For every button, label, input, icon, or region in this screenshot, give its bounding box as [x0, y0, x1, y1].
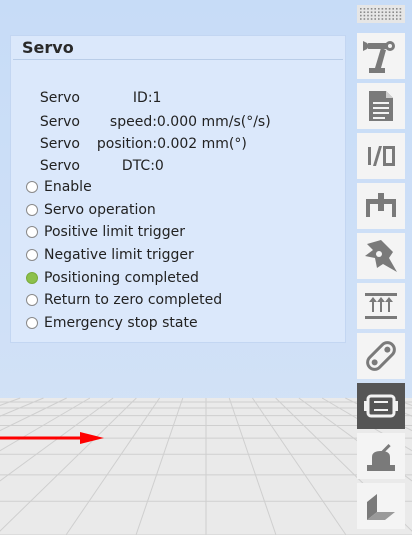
status-indicator: [26, 226, 38, 239]
status-indicator: [26, 203, 38, 216]
joystick-button[interactable]: [357, 433, 405, 479]
status-label: Return to zero completed: [44, 292, 223, 309]
gripper-button[interactable]: [357, 183, 405, 229]
robot-arm-icon: [363, 41, 395, 73]
status-label: Positive limit trigger: [44, 224, 185, 241]
status-emergency-stop: Emergency stop state: [26, 312, 222, 335]
star-tool-button[interactable]: [357, 233, 405, 279]
star-tool-icon: [365, 240, 397, 272]
status-indicator: [26, 294, 38, 307]
conveyor-icon: [366, 341, 396, 371]
axes-button[interactable]: [357, 283, 405, 329]
status-label: Servo operation: [44, 201, 156, 218]
status-positive-limit: Positive limit trigger: [26, 221, 222, 244]
status-return-to-zero: Return to zero completed: [26, 289, 222, 312]
status-enable: Enable: [26, 176, 222, 199]
status-label: Negative limit trigger: [44, 247, 194, 264]
corner-icon: [367, 494, 395, 520]
conveyor-button[interactable]: [357, 333, 405, 379]
io-button[interactable]: [357, 133, 405, 179]
status-servo-operation: Servo operation: [26, 199, 222, 222]
status-indicator: [26, 271, 38, 284]
axes-icon: [365, 293, 397, 319]
io-icon: [368, 146, 395, 166]
status-indicator: [26, 249, 38, 262]
status-list: Enable Servo operation Positive limit tr…: [26, 176, 222, 334]
info-label: Servo: [39, 158, 80, 174]
corner-button[interactable]: [357, 483, 405, 529]
servo-icon: [364, 394, 398, 418]
status-label: Positioning completed: [44, 269, 199, 286]
status-label: Emergency stop state: [44, 314, 198, 331]
joystick-icon: [367, 444, 395, 471]
servo-panel: Servo Servo ID:1 Servo speed:0.000 mm/s(°/…: [10, 35, 346, 343]
panel-title: Servo: [22, 38, 74, 57]
panel-divider: [13, 59, 343, 60]
status-indicator: [26, 181, 38, 194]
status-negative-limit: Negative limit trigger: [26, 244, 222, 267]
robot-arm-button[interactable]: [357, 33, 405, 79]
servo-button[interactable]: [357, 383, 405, 429]
status-indicator: [26, 316, 38, 329]
status-positioning-completed: Positioning completed: [26, 266, 222, 289]
status-label: Enable: [44, 179, 92, 196]
right-toolbar: [357, 33, 405, 533]
document-button[interactable]: [357, 83, 405, 129]
info-value: DTC:0: [121, 158, 164, 174]
toolbar-drag-handle[interactable]: [357, 5, 405, 23]
document-icon: [369, 91, 393, 121]
gripper-icon: [366, 193, 396, 217]
